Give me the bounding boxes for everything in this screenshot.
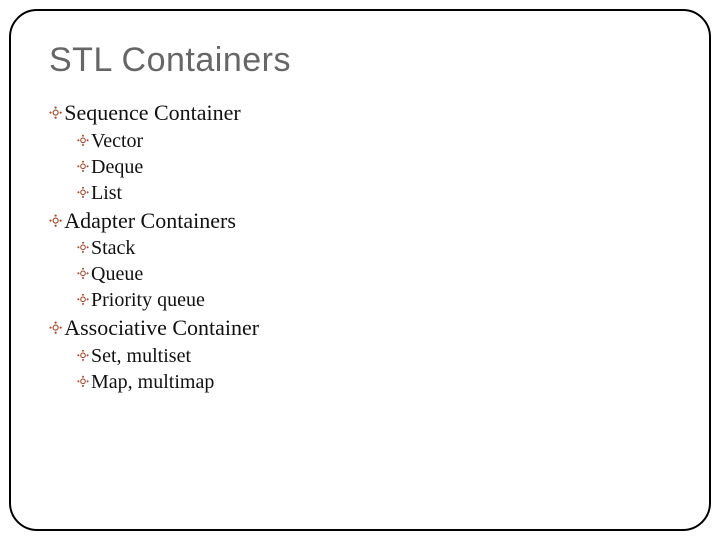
list-item: ༓ Set, multiset (77, 343, 671, 369)
list-item: ༓ Vector (77, 128, 671, 154)
bullet-icon: ༓ (77, 154, 89, 180)
section-label: Sequence Container (64, 98, 241, 128)
item-label: Queue (91, 261, 143, 287)
bullet-icon: ༓ (49, 206, 62, 236)
section-heading: ༓ Adapter Containers (49, 206, 671, 236)
list-item: ༓ Stack (77, 235, 671, 261)
section-label: Associative Container (64, 313, 259, 343)
bullet-icon: ༓ (49, 313, 62, 343)
item-label: Vector (91, 128, 143, 154)
bullet-icon: ༓ (77, 369, 89, 395)
list-item: ༓ Queue (77, 261, 671, 287)
section-heading: ༓ Associative Container (49, 313, 671, 343)
item-label: List (91, 180, 122, 206)
section-heading: ༓ Sequence Container (49, 98, 671, 128)
item-label: Map, multimap (91, 369, 214, 395)
item-label: Deque (91, 154, 143, 180)
list-item: ༓ List (77, 180, 671, 206)
bullet-icon: ༓ (77, 180, 89, 206)
bullet-icon: ༓ (49, 98, 62, 128)
section-label: Adapter Containers (64, 206, 236, 236)
bullet-icon: ༓ (77, 287, 89, 313)
slide-title: STL Containers (49, 41, 671, 80)
item-label: Stack (91, 235, 135, 261)
list-item: ༓ Map, multimap (77, 369, 671, 395)
bullet-icon: ༓ (77, 235, 89, 261)
item-label: Set, multiset (91, 343, 191, 369)
bullet-icon: ༓ (77, 343, 89, 369)
slide-frame: STL Containers ༓ Sequence Container ༓ Ve… (9, 9, 711, 531)
bullet-icon: ༓ (77, 261, 89, 287)
item-label: Priority queue (91, 287, 205, 313)
list-item: ༓ Deque (77, 154, 671, 180)
list-item: ༓ Priority queue (77, 287, 671, 313)
bullet-icon: ༓ (77, 128, 89, 154)
